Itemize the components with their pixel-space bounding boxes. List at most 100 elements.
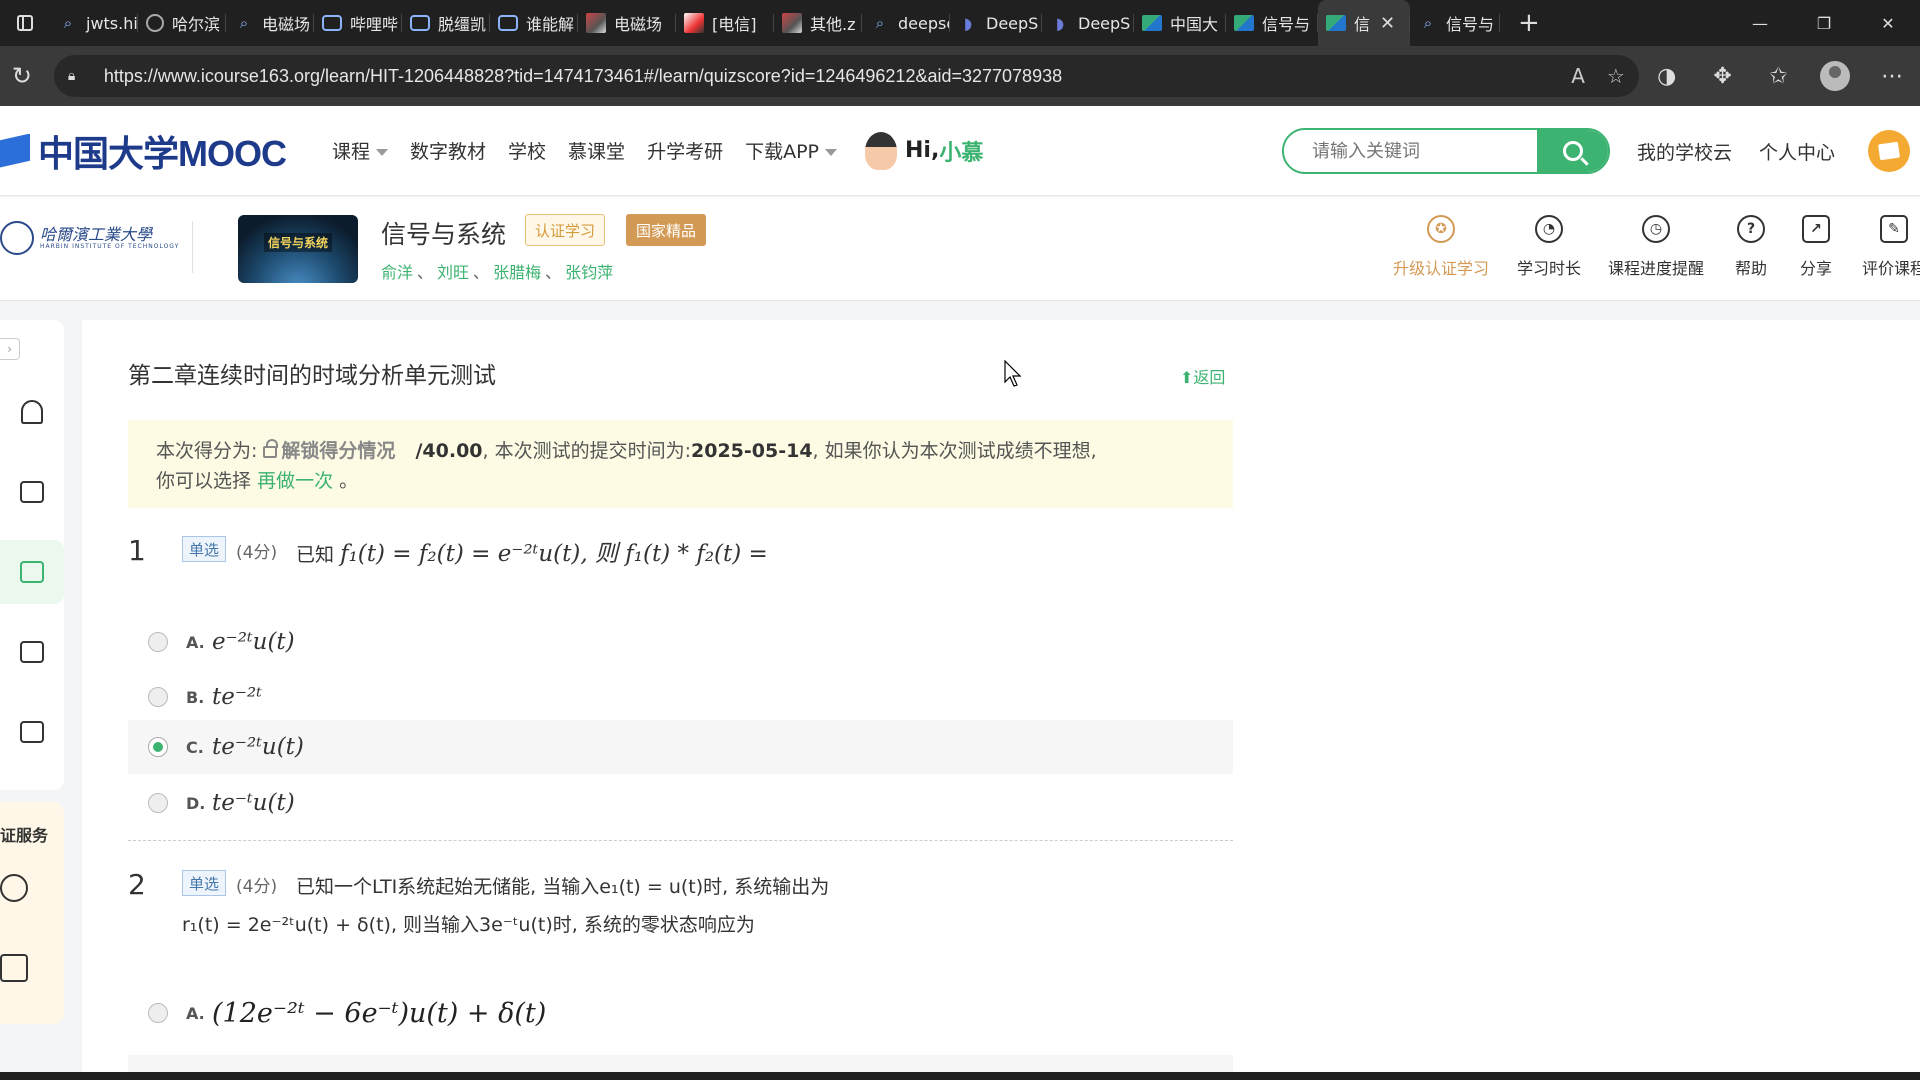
search-icon: ⌕ (1423, 14, 1433, 32)
minimize-button[interactable]: — (1728, 0, 1792, 46)
url-text[interactable]: https://www.icourse163.org/learn/HIT-120… (104, 66, 1549, 87)
browser-tab[interactable]: 哈尔滨 (138, 0, 226, 46)
course-tool[interactable]: ✎ 评价课程 (1846, 215, 1920, 279)
option-letter: A. (186, 632, 205, 652)
browser-toolbar: ↻ 🔒︎ https://www.icourse163.org/learn/HI… (0, 46, 1920, 106)
profile-avatar[interactable] (1820, 61, 1851, 91)
sidebar-announcements[interactable] (0, 380, 64, 444)
option-row[interactable]: A. e⁻²ᵗu(t) (128, 615, 1233, 669)
option-text: te⁻ᵗu(t) (212, 790, 295, 816)
option-row-selected[interactable]: C. te⁻²ᵗu(t) (128, 720, 1233, 774)
nav-item[interactable]: 数字教材 (410, 137, 486, 164)
new-tab-button[interactable]: + (1500, 8, 1558, 38)
unlock-score-link[interactable]: 解锁得分情况 (281, 440, 395, 462)
sidebar-exam[interactable] (0, 620, 64, 684)
search-input[interactable] (1284, 130, 1537, 172)
browser-tab[interactable]: 哔哩哔 (314, 0, 402, 46)
browser-tab[interactable]: 其他.z (774, 0, 862, 46)
browser-tab[interactable]: ⌕ jwts.hit (50, 0, 138, 46)
copilot-icon[interactable]: ◑ (1639, 64, 1695, 89)
tab-title: 其他.z (810, 15, 856, 34)
question-stem: 已知 f₁(t) = f₂(t) = e⁻²ᵗu(t), 则 f₁(t) * f… (296, 534, 768, 568)
option-radio[interactable] (148, 687, 168, 707)
notice-prefix: 本次得分为: (156, 440, 258, 462)
notice-mid: , 本次测试的提交时间为: (482, 440, 691, 462)
nav-item[interactable]: 慕课堂 (568, 137, 625, 164)
notice-line-1: 本次得分为: 解锁得分情况 /40.00, 本次测试的提交时间为:2025-05-… (156, 436, 1205, 466)
personal-center-link[interactable]: 个人中心 (1759, 138, 1835, 165)
option-radio[interactable] (148, 1003, 168, 1023)
course-tool[interactable]: ◷ 课程进度提醒 (1608, 215, 1704, 279)
greeting-user-name[interactable]: 小慕 (939, 135, 983, 167)
option-radio[interactable] (148, 793, 168, 813)
option-radio-checked[interactable] (148, 737, 168, 757)
back-link[interactable]: ⬆返回 (1180, 364, 1225, 388)
image-icon (586, 13, 606, 33)
more-menu-icon[interactable]: ⋯ (1864, 64, 1920, 89)
extensions-icon[interactable]: ✥ (1695, 64, 1751, 89)
browser-tab[interactable]: ⌕ 信号与 (1410, 0, 1500, 46)
favorites-icon[interactable]: ✩ (1750, 64, 1806, 89)
course-tool-label: 课程进度提醒 (1608, 259, 1705, 278)
site-logo[interactable]: 中国大学MOOC (0, 125, 287, 177)
nav-item-label: 升学考研 (647, 141, 724, 163)
close-tab-icon[interactable]: ✕ (1380, 13, 1395, 34)
tab-title: DeepS (986, 13, 1039, 33)
browser-tab[interactable]: [电信] (676, 0, 774, 46)
score-notice: 本次得分为: 解锁得分情况 /40.00, 本次测试的提交时间为:2025-05-… (128, 420, 1233, 508)
tab-actions-menu[interactable] (0, 0, 50, 46)
address-bar[interactable]: 🔒︎ https://www.icourse163.org/learn/HIT-… (53, 55, 1639, 97)
option-row[interactable]: A. (12e⁻²ᵗ − 6e⁻ᵗ)u(t) + δ(t) (128, 986, 1233, 1040)
certificate-icon[interactable] (0, 874, 28, 902)
browser-tab[interactable]: 信 ✕ (1318, 0, 1410, 46)
courseware-icon (20, 481, 44, 503)
document-icon (20, 641, 44, 663)
score-total: /40.00 (415, 440, 483, 462)
browser-tab[interactable]: ◗ DeepS (1042, 0, 1134, 46)
close-window-button[interactable]: ✕ (1856, 0, 1920, 46)
cert-service-title: 证服务 (0, 826, 49, 845)
nav-item[interactable]: 学校 (508, 137, 546, 164)
browser-tab[interactable]: ⌕ 电磁场 (226, 0, 314, 46)
share-icon: ↗ (1802, 215, 1830, 243)
browser-tab[interactable]: 信号与 (1226, 0, 1318, 46)
search-icon: ⌕ (63, 14, 73, 32)
course-tools: ✪ 升级认证学习 ◔ 学习时长 ◷ 课程进度提醒? 帮助 ↗ 分享 ✎ 评价课程 (0, 215, 1920, 295)
mascot-avatar (865, 131, 897, 170)
tab-title: 电磁场 (262, 15, 311, 34)
nav-item[interactable]: 下载APP (745, 137, 837, 164)
course-tool[interactable]: ◔ 学习时长 (1501, 215, 1597, 279)
browser-tab[interactable]: 中国大 (1134, 0, 1226, 46)
my-school-cloud-link[interactable]: 我的学校云 (1637, 138, 1732, 165)
apply-edit-icon[interactable] (0, 954, 28, 982)
site-info-icon[interactable]: 🔒︎ (68, 68, 88, 84)
expand-sidebar-button[interactable]: › (0, 338, 20, 360)
sidebar-tests[interactable] (0, 540, 64, 604)
option-row[interactable]: B. te⁻²ᵗ (128, 670, 1233, 724)
maximize-button[interactable]: ❐ (1792, 0, 1856, 46)
browser-tab-strip: ⌕ jwts.hit 哈尔滨 ⌕ 电磁场 哔哩哔 脱缰凯 谁能解 电磁场 [电信] 其他.z ⌕ dee… (0, 0, 1920, 46)
browser-tab[interactable]: 电磁场 (578, 0, 676, 46)
search-button[interactable] (1537, 130, 1608, 172)
tab-actions-icon (17, 15, 33, 31)
option-text: te⁻²ᵗ (212, 684, 262, 710)
course-tool[interactable]: ✪ 升级认证学习 (1393, 215, 1489, 279)
nav-item[interactable]: 升学考研 (647, 137, 723, 164)
browser-tab[interactable]: ⌕ deepse (862, 0, 950, 46)
browser-tab[interactable]: ◗ DeepS (950, 0, 1042, 46)
browser-tab[interactable]: 谁能解 (490, 0, 578, 46)
reload-icon[interactable]: ↻ (0, 62, 44, 90)
sidebar-courseware[interactable] (0, 460, 64, 524)
browser-tab[interactable]: 脱缰凯 (402, 0, 490, 46)
option-row[interactable]: D. te⁻ᵗu(t) (128, 776, 1233, 830)
read-aloud-icon[interactable]: A (1571, 64, 1585, 88)
sidebar-discussion[interactable] (0, 700, 64, 764)
redo-quiz-link[interactable]: 再做一次 (257, 470, 333, 492)
clock-icon: ◔ (1535, 215, 1563, 243)
nav-item[interactable]: 课程 (332, 137, 389, 164)
tab-title: 谁能解 (526, 15, 575, 34)
question-type-badge: 单选 (182, 536, 227, 562)
option-radio[interactable] (148, 632, 168, 652)
favorite-star-icon[interactable]: ☆ (1607, 64, 1625, 88)
user-avatar[interactable] (1868, 130, 1910, 172)
